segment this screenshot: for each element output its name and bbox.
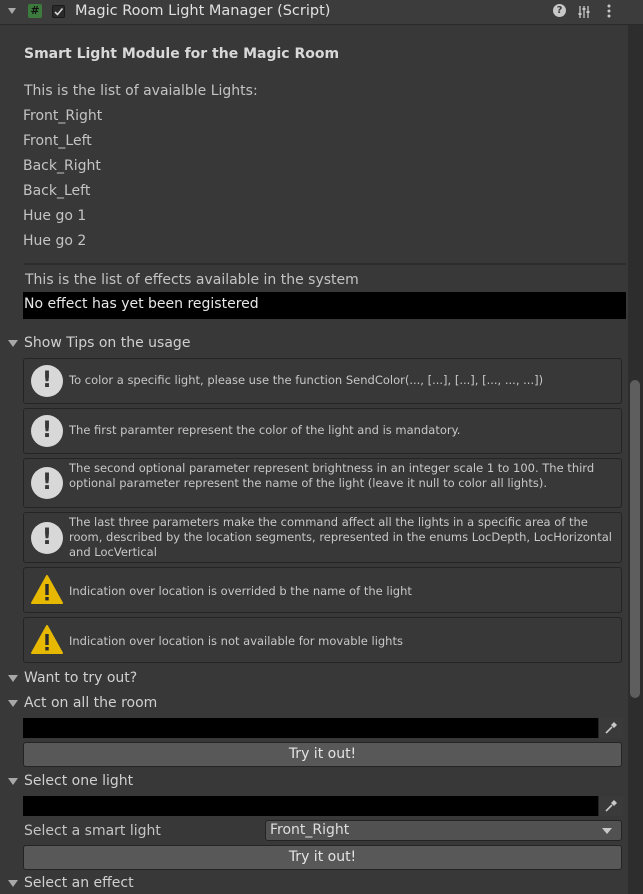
scrollbar-thumb[interactable] xyxy=(630,380,640,698)
foldout-arrow-icon xyxy=(8,699,18,707)
foldout-arrow-icon xyxy=(8,879,18,887)
tip-text: The last three parameters make the comma… xyxy=(69,515,612,559)
tip-box: Indication over location is not availabl… xyxy=(23,617,622,663)
light-list-item: Front_Right xyxy=(23,108,103,124)
light-color-field[interactable] xyxy=(23,796,623,816)
script-icon: # xyxy=(28,4,42,18)
light-list-item: Back_Left xyxy=(23,183,91,199)
tip-box: Indication over location is overrided b … xyxy=(23,567,622,613)
tip-text: The first paramter represent the color o… xyxy=(69,423,461,437)
eyedropper-icon[interactable] xyxy=(598,796,623,816)
all-room-foldout-label: Act on all the room xyxy=(24,695,158,711)
tips-foldout-label: Show Tips on the usage xyxy=(24,335,191,351)
light-list-item: Hue go 1 xyxy=(23,208,87,224)
foldout-arrow-icon xyxy=(8,777,18,785)
enabled-checkbox[interactable] xyxy=(52,5,65,18)
presets-icon[interactable] xyxy=(577,4,591,18)
foldout-arrow-icon xyxy=(8,674,18,682)
info-icon: ! xyxy=(31,522,63,554)
info-icon: ! xyxy=(31,415,63,447)
room-color-field[interactable] xyxy=(23,718,623,738)
effects-status-field: No effect has yet been registered xyxy=(23,292,626,319)
info-icon: ! xyxy=(31,467,63,499)
tip-box: ! The last three parameters make the com… xyxy=(23,512,622,563)
tip-box: ! To color a specific light, please use … xyxy=(23,358,622,404)
warning-icon xyxy=(31,624,63,656)
effect-foldout-label: Select an effect xyxy=(24,875,134,891)
one-light-foldout-label: Select one light xyxy=(24,773,134,789)
tip-text: To color a specific light, please use th… xyxy=(69,373,544,387)
try-it-out-room-button[interactable]: Try it out! xyxy=(23,742,622,767)
tip-text: The second optional parameter represent … xyxy=(69,461,595,490)
component-header: # Magic Room Light Manager (Script) ? xyxy=(0,0,643,25)
select-light-label: Select a smart light xyxy=(24,823,161,839)
dropdown-arrow-icon xyxy=(602,828,612,834)
all-room-foldout[interactable]: Act on all the room xyxy=(8,695,157,711)
info-icon: ! xyxy=(31,365,63,397)
divider xyxy=(24,263,626,265)
selected-light-value: Front_Right xyxy=(270,822,350,838)
light-list-item: Front_Left xyxy=(23,133,92,149)
one-light-foldout[interactable]: Select one light xyxy=(8,773,133,789)
help-icon[interactable]: ? xyxy=(553,4,566,17)
smart-light-dropdown[interactable]: Front_Right xyxy=(265,820,622,841)
tips-foldout[interactable]: Show Tips on the usage xyxy=(8,335,190,351)
more-options-icon[interactable] xyxy=(606,3,612,19)
tip-box: ! The first paramter represent the color… xyxy=(23,408,622,454)
tip-box: ! The second optional parameter represen… xyxy=(23,458,622,508)
light-list-item: Hue go 2 xyxy=(23,233,87,249)
try-out-foldout-label: Want to try out? xyxy=(24,670,138,686)
light-list-item: Back_Right xyxy=(23,158,101,174)
module-title: Smart Light Module for the Magic Room xyxy=(24,46,340,62)
effects-heading: This is the list of effects available in… xyxy=(25,272,359,288)
collapse-arrow-icon[interactable] xyxy=(8,8,16,14)
lights-heading: This is the list of avaialble Lights: xyxy=(24,83,258,99)
foldout-arrow-icon xyxy=(8,339,18,347)
try-it-out-light-button[interactable]: Try it out! xyxy=(23,845,622,870)
try-out-foldout[interactable]: Want to try out? xyxy=(8,670,137,686)
effects-status-text: No effect has yet been registered xyxy=(24,296,259,312)
component-title: Magic Room Light Manager (Script) xyxy=(75,3,331,19)
warning-icon xyxy=(31,574,63,606)
eyedropper-icon[interactable] xyxy=(598,718,623,738)
tip-text: Indication over location is overrided b … xyxy=(69,584,412,598)
effect-foldout[interactable]: Select an effect xyxy=(8,875,134,891)
tip-text: Indication over location is not availabl… xyxy=(69,634,403,648)
